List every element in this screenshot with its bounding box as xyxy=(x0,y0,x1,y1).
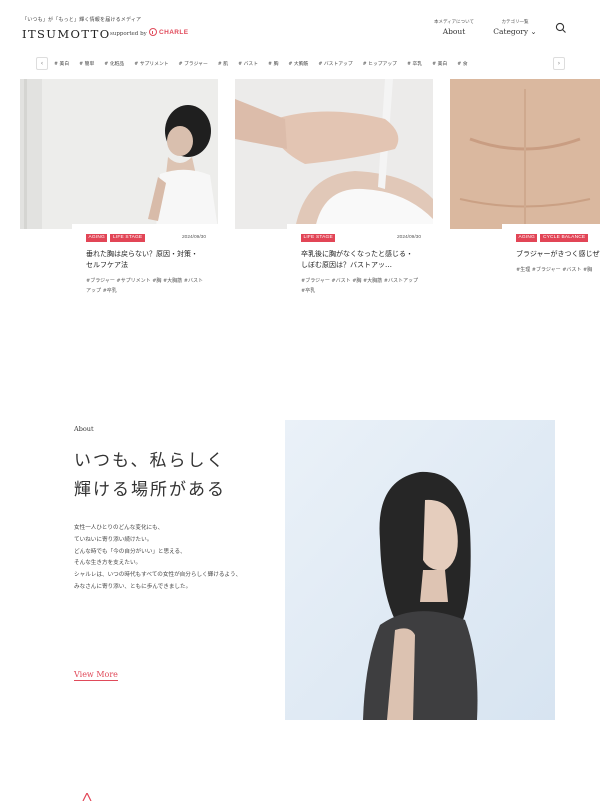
tag-scroll-left-button[interactable]: ‹ xyxy=(36,57,48,70)
article-info: LIFE STAGE 2024/09/30 卒乳後に胸がなくなったと感じる・しぼ… xyxy=(287,224,433,311)
search-icon[interactable] xyxy=(555,22,567,34)
article-title[interactable]: 卒乳後に胸がなくなったと感じる・しぼむ原因は？バストアッ… xyxy=(301,249,419,271)
charle-logo-icon xyxy=(149,28,157,36)
nav-about[interactable]: 本メディアについて About xyxy=(432,19,476,36)
article-info: AGING CYCLE BALANCE ブラジャーがきつく感じぜ？きつさの原因か… xyxy=(502,224,600,311)
tag-item[interactable]: # バスト xyxy=(238,60,258,67)
article-photo xyxy=(235,79,433,229)
about-heading-line: いつも、私らしく xyxy=(74,451,226,471)
article-tags[interactable]: #ブラジャー #サプリメント #胸 #大胸筋 #バストアップ #卒乳 xyxy=(86,276,206,296)
article-carousel: AGING LIFE STAGE 2024/09/30 垂れた胸は戻らない？原因… xyxy=(0,79,600,311)
article-card[interactable]: LIFE STAGE 2024/09/30 卒乳後に胸がなくなったと感じる・しぼ… xyxy=(235,79,433,311)
supported-by-text: supported by xyxy=(110,31,147,37)
about-body-line: ていねいに寄り添い続けたい。 xyxy=(74,536,153,543)
article-labels: AGING CYCLE BALANCE xyxy=(516,234,592,242)
tag-item[interactable]: # 美白 xyxy=(54,60,69,67)
tag-item[interactable]: # 食 xyxy=(457,60,467,67)
tag-item[interactable]: # 大胸筋 xyxy=(288,60,308,67)
about-body-line: みなさんに寄り添い、ともに歩んできました。 xyxy=(74,583,192,590)
tag-list: # 美白 # 簡単 # 化粧品 # サプリメント # ブラジャー # 肌 # バ… xyxy=(54,60,549,67)
tag-item[interactable]: # 胸 xyxy=(268,60,278,67)
tag-item[interactable]: # 簡単 xyxy=(79,60,94,67)
category-label[interactable]: AGING xyxy=(86,234,108,242)
article-photo xyxy=(20,79,218,229)
article-info: AGING LIFE STAGE 2024/09/30 垂れた胸は戻らない？原因… xyxy=(72,224,218,311)
about-heading: いつも、私らしく 輝ける場所がある xyxy=(74,447,226,505)
about-body-line: シャルレは、いつの時代もすべての女性が自分らしく輝けるよう、 xyxy=(74,572,242,579)
charle-logo[interactable]: CHARLE xyxy=(149,28,188,36)
about-body: 女性一人ひとりのどんな変化にも、 ていねいに寄り添い続けたい。 どんな時でも「今… xyxy=(74,523,284,594)
charle-brand-text: CHARLE xyxy=(159,28,189,36)
tag-item[interactable]: # 化粧品 xyxy=(104,60,124,67)
article-card[interactable]: AGING LIFE STAGE 2024/09/30 垂れた胸は戻らない？原因… xyxy=(20,79,218,311)
site-logo[interactable]: ITSUMOTTO xyxy=(22,27,111,41)
site-tagline: 「いつも」が「もっと」輝く情報を届けるメディア xyxy=(22,17,142,23)
about-body-line: 女性一人ひとりのどんな変化にも、 xyxy=(74,525,164,531)
nav-category[interactable]: カテゴリ一覧 Category ⌄ xyxy=(490,19,540,36)
category-label[interactable]: LIFE STAGE xyxy=(301,234,336,242)
tag-item[interactable]: # バストアップ xyxy=(318,60,352,67)
category-label[interactable]: AGING xyxy=(516,234,538,242)
tag-item[interactable]: # サプリメント xyxy=(134,60,168,67)
article-title[interactable]: ブラジャーがきつく感じぜ？きつさの原因から改 xyxy=(516,249,600,260)
nav-about-label: About xyxy=(442,27,466,36)
about-body-line: どんな時でも「今の自分がいい」と思える、 xyxy=(74,548,186,555)
tag-item[interactable]: # 卒乳 xyxy=(407,60,422,67)
about-body-line: そんな生き方を支えたい。 xyxy=(74,560,142,567)
site-header: 「いつも」が「もっと」輝く情報を届けるメディア ITSUMOTTO suppor… xyxy=(0,0,600,52)
category-label[interactable]: LIFE STAGE xyxy=(110,234,145,242)
article-photo xyxy=(450,79,600,229)
about-eyebrow: About xyxy=(74,425,94,433)
nav-category-label: Category ⌄ xyxy=(493,27,537,36)
tag-scroll-right-button[interactable]: › xyxy=(553,57,565,70)
tag-item[interactable]: # ブラジャー xyxy=(179,60,208,67)
view-more-link[interactable]: View More xyxy=(74,670,118,681)
tag-item[interactable]: # ヒップアップ xyxy=(363,60,397,67)
tag-item[interactable]: # 肌 xyxy=(218,60,228,67)
article-date: 2024/09/30 xyxy=(181,235,206,240)
article-date: 2024/09/30 xyxy=(396,235,421,240)
tag-bar: ‹ # 美白 # 簡単 # 化粧品 # サプリメント # ブラジャー # 肌 #… xyxy=(36,57,566,71)
nav-category-sub: カテゴリ一覧 xyxy=(501,20,529,25)
category-label[interactable]: CYCLE BALANCE xyxy=(540,234,588,242)
about-photo xyxy=(285,420,555,720)
article-title[interactable]: 垂れた胸は戻らない？原因・対策・セルフケア法 xyxy=(86,249,204,271)
about-heading-line: 輝ける場所がある xyxy=(74,480,226,500)
nav-about-sub: 本メディアについて xyxy=(433,20,475,25)
article-tags[interactable]: #ブラジャー #バスト #胸 #大胸筋 #バストアップ #卒乳 xyxy=(301,276,421,296)
article-card[interactable]: AGING CYCLE BALANCE ブラジャーがきつく感じぜ？きつさの原因か… xyxy=(450,79,600,311)
article-tags[interactable]: #生理 #ブラジャー #バスト #胸 xyxy=(516,265,600,275)
tag-item[interactable]: # 美白 xyxy=(432,60,447,67)
